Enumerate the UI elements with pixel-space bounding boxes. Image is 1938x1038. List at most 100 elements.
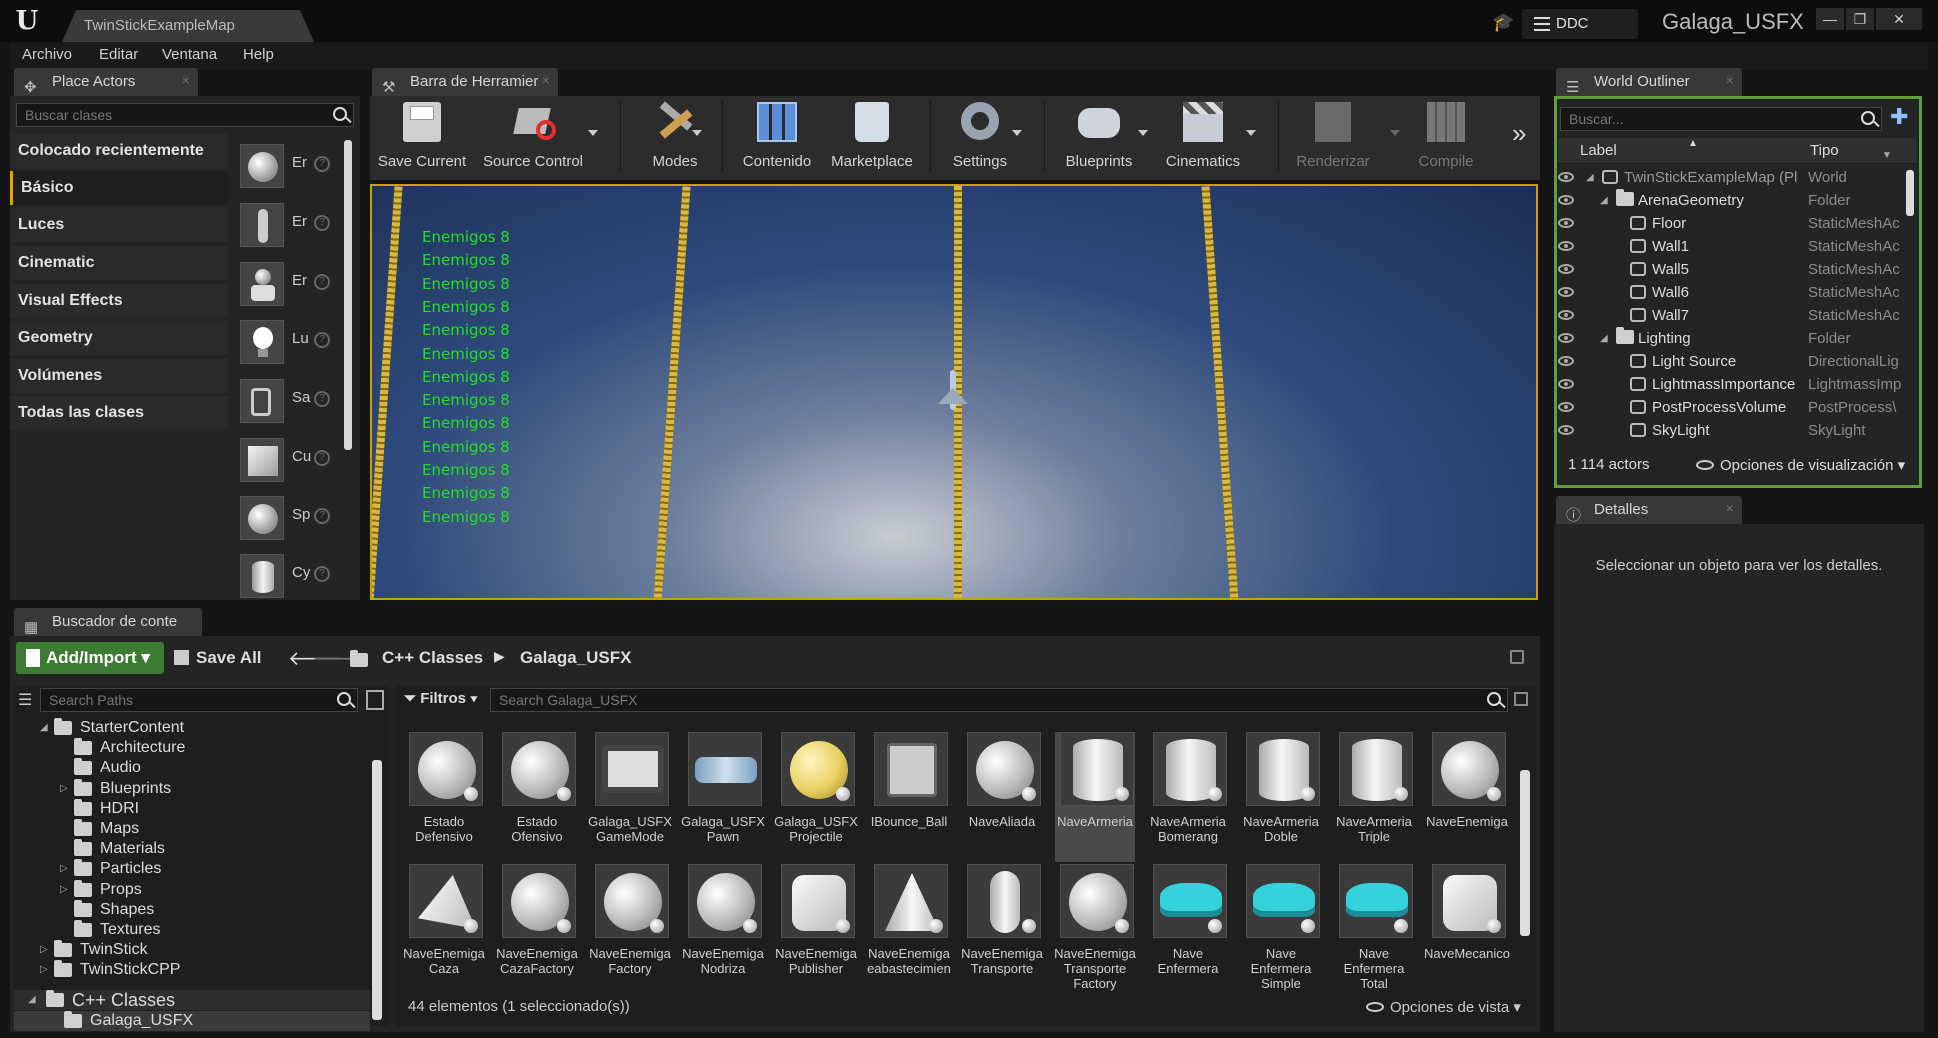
expand-arrow-icon[interactable]: ▷ — [60, 880, 68, 900]
settings-button[interactable]: Settings — [940, 98, 1020, 176]
ddc-button[interactable]: DDC — [1522, 9, 1638, 39]
actor-light[interactable]: Lu? — [236, 312, 330, 368]
outliner-row[interactable]: Wall5 StaticMeshAc — [1558, 258, 1918, 281]
actor-sphere[interactable]: Sp? — [236, 488, 330, 544]
document-tab[interactable]: TwinStickExampleMap — [62, 10, 314, 42]
visibility-eye-icon[interactable] — [1558, 264, 1574, 274]
help-icon[interactable]: ? — [314, 566, 330, 582]
category-all-classes[interactable]: Todas las clases — [10, 396, 228, 430]
save-search-icon[interactable] — [1514, 692, 1528, 706]
visibility-eye-icon[interactable] — [1558, 172, 1574, 182]
menu-ventana[interactable]: Ventana — [162, 46, 217, 63]
actor-player-start[interactable]: Sa? — [236, 371, 330, 427]
visibility-eye-icon[interactable] — [1558, 241, 1574, 251]
lock-icon[interactable] — [1510, 650, 1524, 664]
expand-arrow-icon[interactable]: ◢ — [1600, 189, 1608, 212]
help-icon[interactable]: ? — [314, 450, 330, 466]
expand-arrow-icon[interactable]: ◢ — [28, 990, 36, 1010]
level-viewport[interactable]: Enemigos 8 Enemigos 8 Enemigos 8 Enemigos 8… — [370, 184, 1538, 600]
outliner-row[interactable]: SkyLight SkyLight — [1558, 419, 1918, 442]
add-actor-icon[interactable]: ✚ — [1890, 106, 1914, 130]
asset-tile[interactable]: Estado Defensivo — [404, 732, 484, 862]
assets-scrollbar[interactable] — [1520, 770, 1530, 936]
help-icon[interactable]: ? — [314, 274, 330, 290]
asset-tile[interactable]: Nave Enfermera — [1148, 864, 1228, 994]
cinematics-dropdown-icon[interactable] — [1246, 130, 1256, 136]
asset-tile[interactable]: NaveEnemiga Caza — [403, 864, 485, 994]
outliner-row[interactable]: ◢ Lighting Folder — [1558, 327, 1918, 350]
outliner-row[interactable]: PostProcessVolume PostProcess\ — [1558, 396, 1918, 419]
outliner-row[interactable]: Wall1 StaticMeshAc — [1558, 235, 1918, 258]
actor-empty-actor[interactable]: Er? — [236, 136, 330, 192]
minimize-button[interactable]: — — [1816, 8, 1844, 30]
close-tab-icon[interactable]: ✕ — [182, 68, 190, 96]
asset-tile[interactable]: NaveEnemiga CazaFactory — [496, 864, 578, 994]
outliner-row[interactable]: Wall6 StaticMeshAc — [1558, 281, 1918, 304]
help-icon[interactable]: ? — [314, 156, 330, 172]
menu-archivo[interactable]: Archivo — [22, 46, 72, 63]
close-button[interactable]: ✕ — [1876, 8, 1922, 30]
help-icon[interactable]: ? — [314, 332, 330, 348]
expand-arrow-icon[interactable]: ▷ — [60, 779, 68, 799]
outliner-row[interactable]: Floor StaticMeshAc — [1558, 212, 1918, 235]
asset-tile[interactable]: Galaga_USFX GameMode — [588, 732, 672, 862]
source-control-dropdown-icon[interactable] — [588, 130, 598, 136]
column-type[interactable]: Tipo — [1810, 142, 1839, 159]
outliner-search-input[interactable]: Buscar... — [1560, 107, 1882, 131]
actor-cylinder[interactable]: Cy? — [236, 546, 330, 602]
visibility-eye-icon[interactable] — [1558, 195, 1574, 205]
category-geometry[interactable]: Geometry — [10, 321, 228, 355]
outliner-row[interactable]: ◢ TwinStickExampleMap (Pl World — [1558, 166, 1918, 189]
tab-details[interactable]: ⓘ Detalles ✕ — [1556, 496, 1742, 524]
blueprints-dropdown-icon[interactable] — [1138, 130, 1148, 136]
expand-arrow-icon[interactable]: ◢ — [1600, 327, 1608, 350]
source-control-button[interactable]: Source Control — [478, 98, 588, 176]
filters-button[interactable]: ⏷ Filtros ▾ — [404, 690, 478, 707]
path-search-input[interactable]: Search Paths — [40, 688, 358, 712]
category-lights[interactable]: Luces — [10, 208, 228, 242]
toolbar-overflow-icon[interactable]: » — [1512, 118, 1526, 149]
compile-button[interactable]: Compile — [1402, 98, 1490, 176]
asset-tile[interactable]: NaveEnemiga Nodriza — [682, 864, 764, 994]
category-recent[interactable]: Colocado recientemente — [10, 134, 228, 168]
asset-tile[interactable]: Nave Enfermera Simple — [1241, 864, 1321, 994]
asset-tile[interactable]: NaveEnemiga Transporte Factory — [1054, 864, 1136, 994]
outliner-row[interactable]: Wall7 StaticMeshAc — [1558, 304, 1918, 327]
tab-toolbar[interactable]: ⚒ Barra de Herramier ✕ — [372, 68, 558, 96]
column-label[interactable]: Label — [1580, 142, 1617, 159]
category-volumes[interactable]: Volúmenes — [10, 359, 228, 393]
visibility-eye-icon[interactable] — [1558, 333, 1574, 343]
category-visual-effects[interactable]: Visual Effects — [10, 284, 228, 318]
visibility-eye-icon[interactable] — [1558, 379, 1574, 389]
breadcrumb-cpp-classes[interactable]: C++ Classes — [382, 648, 483, 668]
expand-arrow-icon[interactable]: ▷ — [60, 859, 68, 879]
modes-dropdown-icon[interactable] — [692, 130, 702, 136]
sources-toggle-icon[interactable]: ☰ — [18, 690, 32, 710]
path-item[interactable]: Galaga_USFX — [14, 1011, 370, 1031]
visibility-eye-icon[interactable] — [1558, 218, 1574, 228]
blueprints-button[interactable]: Blueprints — [1054, 98, 1144, 176]
column-type-dropdown-icon[interactable]: ▼ — [1882, 150, 1892, 161]
asset-search-input[interactable]: Search Galaga_USFX — [490, 688, 1508, 712]
expand-arrow-icon[interactable]: ◢ — [1586, 166, 1594, 189]
actor-cube[interactable]: Cu? — [236, 430, 330, 486]
settings-dropdown-icon[interactable] — [1012, 130, 1022, 136]
menu-editar[interactable]: Editar — [99, 46, 138, 63]
asset-tile[interactable]: NaveEnemiga Publisher — [775, 864, 857, 994]
path-item[interactable]: ◢ C++ Classes — [14, 990, 370, 1010]
save-current-button[interactable]: Save Current — [374, 98, 470, 176]
asset-tile[interactable]: Galaga_USFX Pawn — [681, 732, 765, 862]
actor-character[interactable]: Er? — [236, 195, 330, 251]
help-icon[interactable]: ? — [314, 215, 330, 231]
content-button[interactable]: Contenido — [732, 98, 822, 176]
visibility-eye-icon[interactable] — [1558, 356, 1574, 366]
category-cinematic[interactable]: Cinematic — [10, 246, 228, 280]
visibility-eye-icon[interactable] — [1558, 310, 1574, 320]
add-import-button[interactable]: Add/Import ▾ — [16, 642, 164, 674]
expand-arrow-icon[interactable]: ▷ — [40, 940, 48, 960]
save-all-button[interactable]: Save All — [174, 648, 262, 668]
asset-tile[interactable]: Galaga_USFX Projectile — [774, 732, 858, 862]
unreal-logo-icon[interactable]: U — [10, 6, 44, 36]
visibility-eye-icon[interactable] — [1558, 425, 1574, 435]
build-dropdown-icon[interactable] — [1390, 130, 1400, 136]
